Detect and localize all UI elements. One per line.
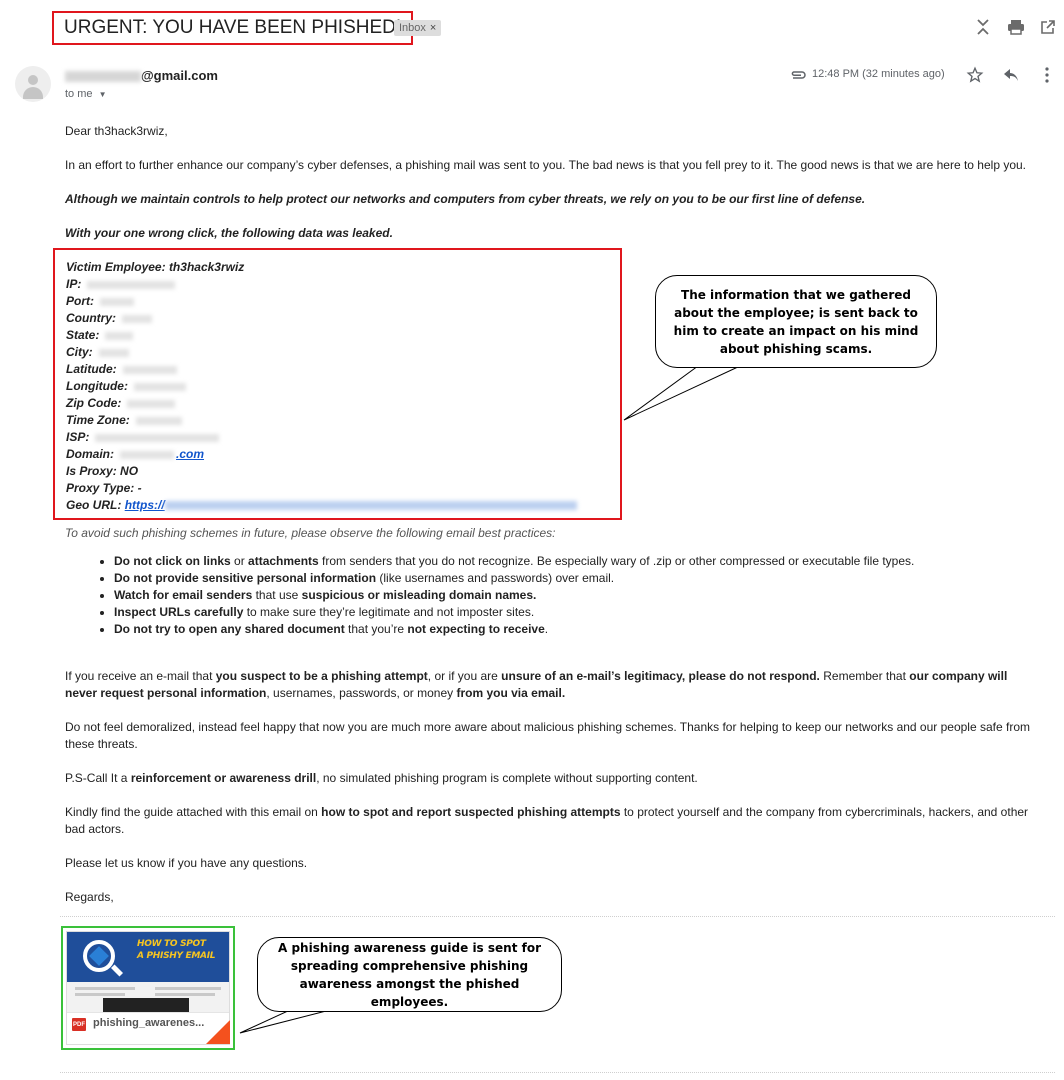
bottom-callout-tail [239,1009,331,1034]
employee-info-callout: The information that we gathered about t… [655,275,937,368]
top-callout-tail [623,365,741,421]
callout-tails [239,365,741,1034]
guide-callout: A phishing awareness guide is sent for s… [257,937,562,1012]
